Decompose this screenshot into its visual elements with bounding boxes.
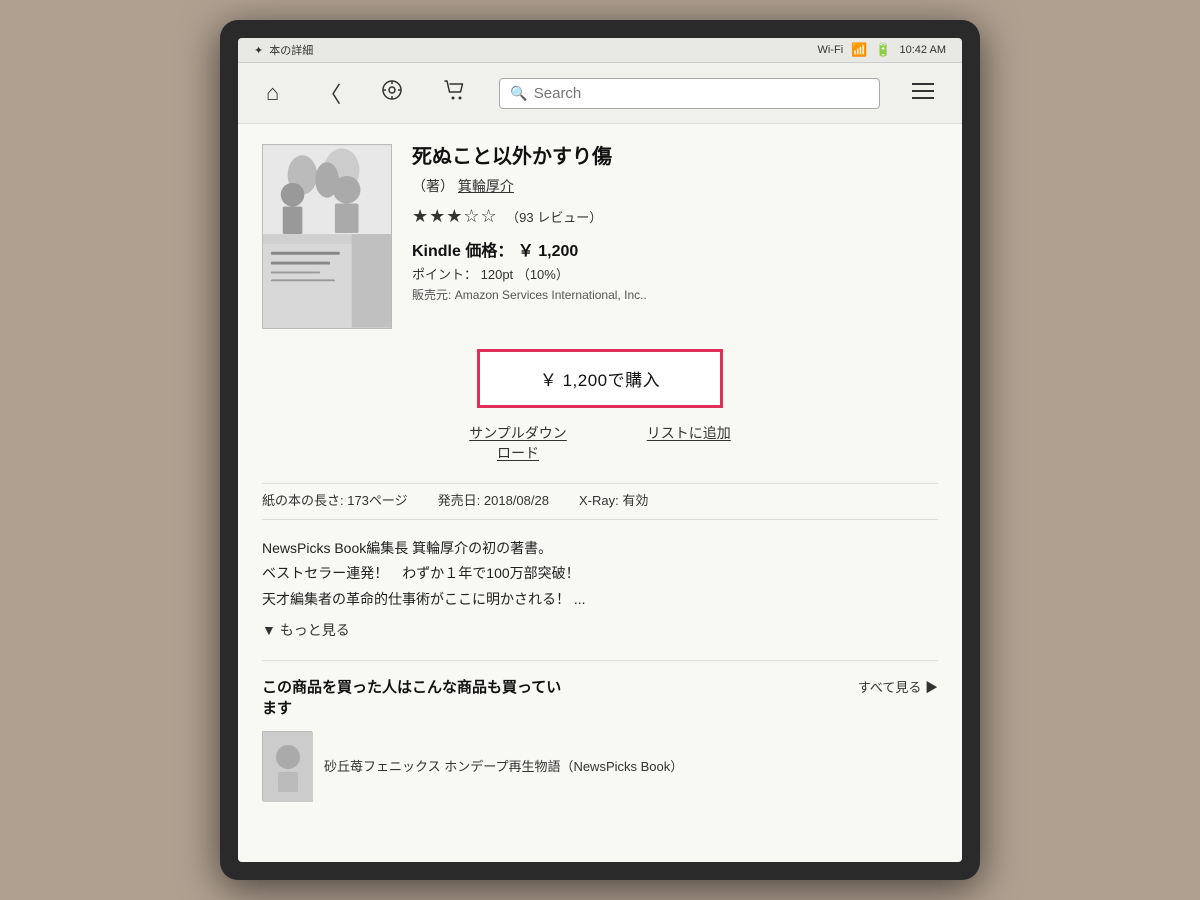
also-bought-header: この商品を買った人はこんな商品も買っています すべて見る ▶ bbox=[262, 677, 938, 719]
battery-icon: 🔋 bbox=[875, 42, 891, 58]
book-cover bbox=[262, 144, 392, 329]
price-section: Kindle 価格： ￥ 1,200 ポイント： 120pt （10%） 販売元… bbox=[412, 237, 938, 303]
review-count: （93 レビュー） bbox=[506, 210, 602, 225]
book-meta: 紙の本の長さ: 173ページ 発売日: 2018/08/28 X-Ray: 有効 bbox=[262, 483, 938, 520]
kindle-price: Kindle 価格： ￥ 1,200 bbox=[412, 237, 938, 261]
book-author: （著） 箕輪厚介 bbox=[412, 176, 938, 196]
back-button[interactable]: 〈 bbox=[311, 73, 349, 113]
see-all-link[interactable]: すべて見る ▶ bbox=[858, 677, 938, 696]
related-book-title[interactable]: 砂丘苺フェニックス ホンデープ再生物語（NewsPicks Book） bbox=[324, 756, 683, 775]
kindle-screen: ✦ 本の詳細 Wi-Fi 📶 🔋 10:42 AM ⌂ 〈 bbox=[238, 38, 962, 862]
wifi-icon: 📶 bbox=[851, 42, 867, 58]
desc-line2: ベストセラー連発！ わずか１年で100万部突破！ bbox=[262, 561, 938, 586]
app-name: 本の詳細 bbox=[269, 42, 313, 58]
kindle-device: ✦ 本の詳細 Wi-Fi 📶 🔋 10:42 AM ⌂ 〈 bbox=[220, 20, 980, 880]
kindle-price-label: Kindle 価格： bbox=[412, 243, 513, 260]
status-bar: ✦ 本の詳細 Wi-Fi 📶 🔋 10:42 AM bbox=[238, 38, 962, 63]
navigation-bar: ⌂ 〈 🔍 bbox=[238, 63, 962, 124]
kindle-logo-icon: ✦ bbox=[254, 44, 263, 57]
desc-line3: 天才編集者の革命的仕事術がここに明かされる！ ... bbox=[262, 587, 938, 612]
kindle-price-value: ￥ 1,200 bbox=[518, 243, 579, 260]
author-prefix: （著） bbox=[412, 178, 454, 194]
book-info: 死ぬこと以外かすり傷 （著） 箕輪厚介 ★★★☆☆ （93 レビュー） Kind… bbox=[412, 144, 938, 329]
xray-meta: X-Ray: 有効 bbox=[579, 490, 648, 509]
buy-button[interactable]: ￥ 1,200で購入 bbox=[477, 349, 723, 408]
desc-line1: NewsPicks Book編集長 箕輪厚介の初の著書。 bbox=[262, 536, 938, 561]
cart-button[interactable] bbox=[435, 74, 475, 112]
search-box[interactable]: 🔍 bbox=[499, 78, 880, 109]
stars: ★★★☆☆ bbox=[412, 206, 498, 226]
seller-label: 販売元: bbox=[412, 288, 451, 302]
also-bought-title: この商品を買った人はこんな商品も買っています bbox=[262, 677, 848, 719]
home-button[interactable]: ⌂ bbox=[258, 76, 287, 110]
release-meta: 発売日: 2018/08/28 bbox=[438, 490, 549, 509]
time-display: 10:42 AM bbox=[900, 44, 946, 56]
status-left: ✦ 本の詳細 bbox=[254, 42, 313, 58]
points: ポイント： 120pt （10%） bbox=[412, 264, 938, 283]
action-links: サンプルダウンロード リストに追加 bbox=[262, 424, 938, 463]
discover-button[interactable] bbox=[373, 75, 411, 111]
related-book-cover bbox=[262, 731, 312, 801]
rating: ★★★☆☆ （93 レビュー） bbox=[412, 206, 938, 227]
pages-meta: 紙の本の長さ: 173ページ bbox=[262, 490, 408, 509]
search-icon: 🔍 bbox=[510, 85, 527, 102]
add-to-list-link[interactable]: リストに追加 bbox=[647, 424, 731, 463]
book-section: 死ぬこと以外かすり傷 （著） 箕輪厚介 ★★★☆☆ （93 レビュー） Kind… bbox=[262, 144, 938, 329]
author-name[interactable]: 箕輪厚介 bbox=[458, 178, 514, 194]
main-content: 死ぬこと以外かすり傷 （著） 箕輪厚介 ★★★☆☆ （93 レビュー） Kind… bbox=[238, 124, 962, 862]
points-label: ポイント： bbox=[412, 267, 477, 282]
sample-download-link[interactable]: サンプルダウンロード bbox=[469, 424, 567, 463]
book-description: NewsPicks Book編集長 箕輪厚介の初の著書。 ベストセラー連発！ わ… bbox=[262, 536, 938, 612]
also-bought-section: この商品を買った人はこんな商品も買っています すべて見る ▶ 砂丘苺フェニックス… bbox=[262, 660, 938, 801]
seller-name: Amazon Services International, Inc.. bbox=[455, 288, 647, 302]
menu-button[interactable] bbox=[904, 78, 942, 109]
points-value: 120pt bbox=[481, 267, 514, 282]
buy-button-container: ￥ 1,200で購入 bbox=[262, 349, 938, 408]
search-input[interactable] bbox=[534, 85, 869, 102]
status-right: Wi-Fi 📶 🔋 10:42 AM bbox=[817, 42, 946, 58]
more-link[interactable]: ▼ もっと見る bbox=[262, 620, 938, 640]
xray-label: X-Ray: bbox=[579, 493, 619, 508]
seller: 販売元: Amazon Services International, Inc.… bbox=[412, 286, 938, 303]
xray-value: 有効 bbox=[622, 493, 648, 508]
related-book-item: 砂丘苺フェニックス ホンデープ再生物語（NewsPicks Book） bbox=[262, 731, 938, 801]
book-title: 死ぬこと以外かすり傷 bbox=[412, 144, 938, 170]
points-pct: （10%） bbox=[517, 267, 569, 282]
wifi-label: Wi-Fi bbox=[817, 44, 843, 56]
